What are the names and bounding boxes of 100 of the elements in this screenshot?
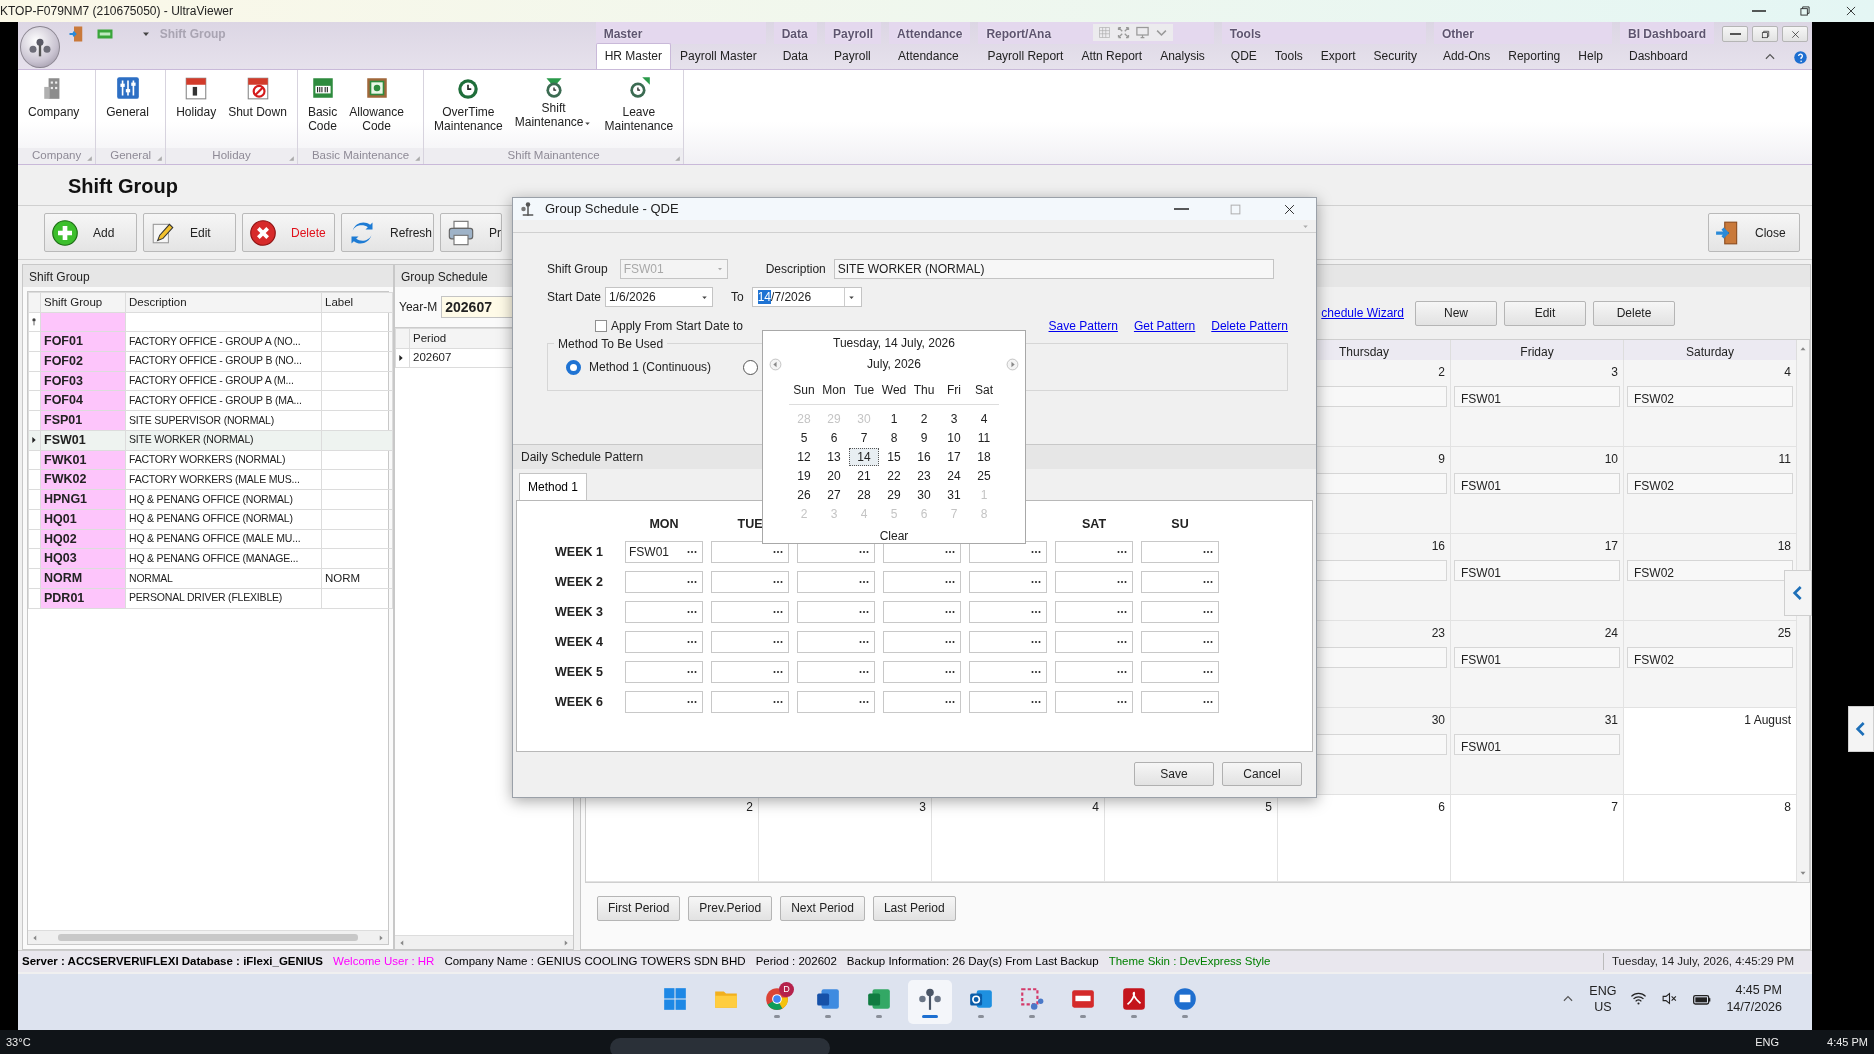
language-indicator[interactable]: ENG: [1755, 1033, 1780, 1051]
toolbar-button[interactable]: Edit: [1504, 300, 1586, 326]
shift-code-field[interactable]: [969, 631, 1047, 654]
dialog-button[interactable]: Save: [1134, 762, 1214, 787]
schedule-wizard-link[interactable]: chedule Wizard: [1321, 304, 1404, 322]
calendar-day[interactable]: 14: [849, 448, 879, 466]
shift-code-field[interactable]: [1055, 601, 1133, 624]
shift-code-field[interactable]: [797, 601, 875, 624]
table-row[interactable]: FOF02 FACTORY OFFICE - GROUP B (NO...: [28, 351, 393, 371]
side-panel-tab[interactable]: [1848, 706, 1874, 752]
column-header[interactable]: Label: [321, 292, 393, 312]
toolbar-button[interactable]: Pr: [440, 213, 502, 252]
language-indicator[interactable]: ENG: [1589, 982, 1617, 999]
toolbar-button[interactable]: Add: [44, 213, 137, 252]
ribbon-button[interactable]: Shift Maintenance: [508, 72, 599, 148]
toolbar-button[interactable]: Delete: [242, 213, 335, 252]
ribbon-tab[interactable]: HR Master: [595, 43, 671, 69]
shift-code-field[interactable]: [625, 601, 703, 624]
calendar-day[interactable]: 4: [969, 410, 999, 428]
close-button[interactable]: Close: [1708, 213, 1800, 252]
table-row[interactable]: HQ03 HQ & PENANG OFFICE (MANAGE...: [28, 548, 393, 569]
table-row[interactable]: HQ01 HQ & PENANG OFFICE (NORMAL): [28, 509, 393, 529]
shift-code-field[interactable]: [797, 571, 875, 594]
table-row[interactable]: FWK02 FACTORY WORKERS (MALE MUS...: [28, 469, 393, 490]
calendar-day[interactable]: 23: [909, 467, 939, 485]
shift-code-field[interactable]: [1141, 631, 1219, 654]
shift-entry[interactable]: FSW01: [1454, 560, 1620, 581]
period-button[interactable]: Next Period: [780, 895, 865, 921]
table-row[interactable]: NORM NORMAL NORM: [28, 568, 393, 589]
vertical-scrollbar[interactable]: [1797, 340, 1809, 882]
shift-code-field[interactable]: [969, 661, 1047, 684]
taskbar-app-button[interactable]: [908, 980, 952, 1024]
shift-code-field[interactable]: [1055, 661, 1133, 684]
ribbon-button[interactable]: Company: [22, 72, 86, 148]
clock-date[interactable]: 14/7/2026: [1726, 998, 1782, 1016]
shift-code-field[interactable]: [1141, 691, 1219, 714]
calendar-day[interactable]: 25: [969, 467, 999, 485]
shift-code-field[interactable]: [711, 541, 789, 564]
shift-code-field[interactable]: [1141, 601, 1219, 624]
shift-entry[interactable]: FSW02: [1627, 647, 1793, 668]
calendar-day[interactable]: 28: [849, 486, 879, 504]
toolbar-button[interactable]: Delete: [1593, 300, 1675, 326]
ribbon-tab[interactable]: Tools: [1265, 43, 1312, 69]
calendar-day[interactable]: 21: [849, 467, 879, 485]
description-field[interactable]: SITE WORKER (NORMAL): [833, 259, 1274, 280]
calendar-day[interactable]: 30: [909, 486, 939, 504]
shift-entry[interactable]: FSW02: [1627, 386, 1793, 407]
shift-code-field[interactable]: [625, 631, 703, 654]
shift-entry[interactable]: FSW01: [1454, 386, 1620, 407]
clock-time[interactable]: 4:45 PM: [1735, 982, 1782, 999]
ribbon-button[interactable]: Allowance Code: [343, 72, 410, 148]
pattern-link[interactable]: Delete Pattern: [1211, 317, 1288, 336]
calendar-day[interactable]: 1: [879, 410, 909, 428]
shift-code-field[interactable]: [1141, 541, 1219, 564]
period-button[interactable]: Last Period: [872, 895, 956, 921]
shift-entry[interactable]: FSW01: [1454, 473, 1620, 494]
shift-code-field[interactable]: [969, 571, 1047, 594]
table-row[interactable]: FSW01 SITE WORKER (NORMAL): [28, 430, 393, 450]
calendar-day[interactable]: 22: [879, 467, 909, 485]
shift-code-field[interactable]: [711, 661, 789, 684]
shift-code-field[interactable]: [883, 601, 961, 624]
ribbon-tab[interactable]: Payroll Master: [671, 43, 766, 69]
shift-code-field[interactable]: [625, 661, 703, 684]
calendar-day[interactable]: 3: [939, 410, 969, 428]
toolbar-button[interactable]: Edit: [143, 213, 236, 252]
search-field[interactable]: [610, 1038, 830, 1054]
shift-code-field[interactable]: [1055, 541, 1133, 564]
shift-code-field[interactable]: FSW01: [625, 541, 703, 564]
ribbon-tab[interactable]: Add-Ons: [1433, 43, 1500, 69]
table-row[interactable]: PDR01 PERSONAL DRIVER (FLEXIBLE): [28, 588, 393, 608]
ribbon-tab[interactable]: QDE: [1221, 43, 1266, 69]
pattern-link[interactable]: Get Pattern: [1133, 317, 1196, 336]
period-button[interactable]: First Period: [597, 895, 681, 921]
shift-code-field[interactable]: [625, 691, 703, 714]
shift-code-field[interactable]: [797, 661, 875, 684]
toolbar-button[interactable]: New: [1415, 300, 1497, 326]
calendar-day[interactable]: 11: [969, 429, 999, 447]
shift-entry[interactable]: FSW02: [1627, 473, 1793, 494]
minimize-button[interactable]: [1722, 26, 1748, 42]
calendar-day[interactable]: 15: [879, 448, 909, 466]
side-panel-tab[interactable]: [1784, 570, 1812, 616]
restore-button[interactable]: [1752, 26, 1778, 42]
ribbon-button[interactable]: OverTime Maintenance: [428, 72, 509, 148]
ribbon-tab[interactable]: Attn Report: [1072, 43, 1152, 69]
shift-code-field[interactable]: [883, 661, 961, 684]
column-header[interactable]: Shift Group: [40, 292, 126, 312]
calendar-day[interactable]: 18: [969, 448, 999, 466]
table-row[interactable]: HPNG1 HQ & PENANG OFFICE (NORMAL): [28, 489, 393, 510]
shift-code-field[interactable]: [711, 691, 789, 714]
calendar-day[interactable]: 17: [939, 448, 969, 466]
close-button[interactable]: [1782, 26, 1808, 42]
tab[interactable]: Method 1: [519, 472, 588, 500]
checkbox[interactable]: Apply From Start Date to: [595, 317, 744, 336]
shift-code-field[interactable]: [797, 691, 875, 714]
ribbon-tab[interactable]: Security: [1364, 43, 1426, 69]
calendar-day[interactable]: 31: [939, 486, 969, 504]
calendar-day[interactable]: 24: [939, 467, 969, 485]
calendar-day[interactable]: 27: [819, 486, 849, 504]
shift-entry[interactable]: FSW01: [1454, 734, 1620, 755]
ribbon-tab[interactable]: Reporting: [1499, 43, 1570, 69]
